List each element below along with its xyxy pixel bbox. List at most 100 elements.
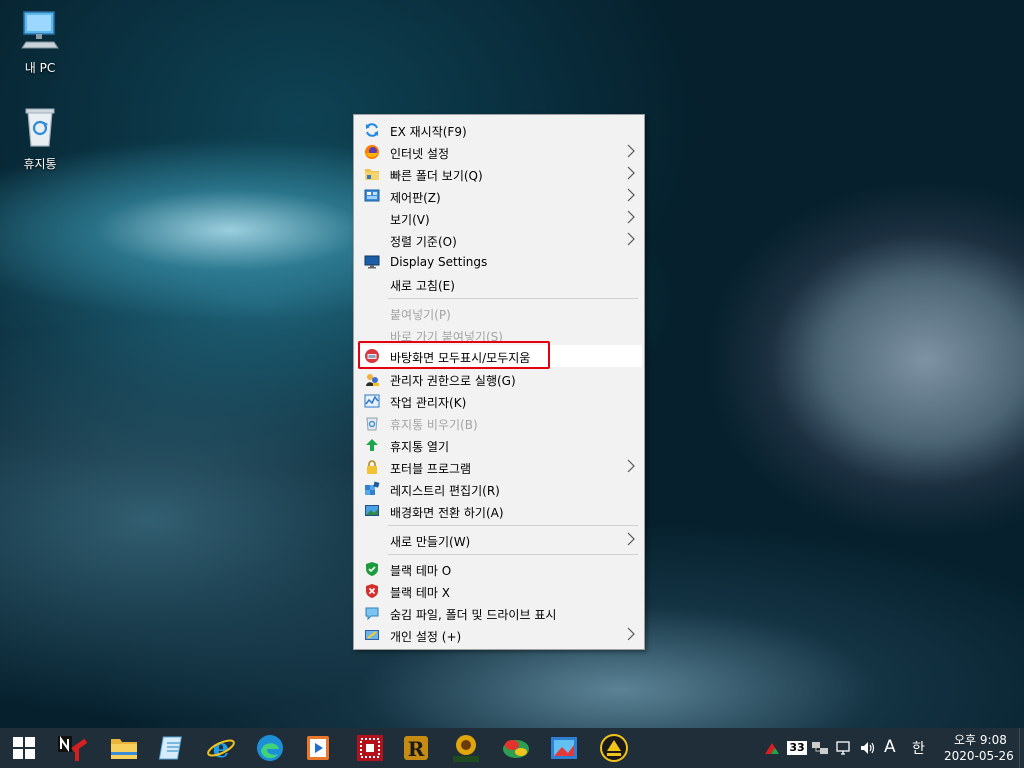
chevron-right-icon [627, 188, 635, 202]
highlight-annotation-box [358, 341, 550, 369]
menu-item-task-manager[interactable]: 작업 관리자(K) [356, 390, 642, 412]
menu-item-label: 인터넷 설정 [390, 147, 450, 161]
desktop-icon-recycle-bin[interactable]: 휴지통 [10, 106, 70, 172]
menu-item-open-recycle-bin[interactable]: 휴지통 열기 [356, 434, 642, 456]
tray-badge[interactable]: 33 [785, 732, 809, 764]
menu-item-internet-settings[interactable]: 인터넷 설정 [356, 141, 642, 163]
control-panel-icon [364, 188, 380, 204]
taskbar-app-puzzle[interactable] [498, 732, 534, 764]
menu-item-label: 휴지통 열기 [390, 440, 450, 454]
taskbar-app-nt-tool[interactable] [56, 732, 92, 764]
menu-item-label: 배경화면 전환 하기(A) [390, 506, 504, 520]
tray-volume[interactable] [856, 732, 880, 764]
hidden-files-icon [364, 605, 380, 621]
menu-item-refresh[interactable]: 새로 고침(E) [356, 273, 642, 295]
desktop-context-menu: EX 재시작(F9) 인터넷 설정 빠른 폴더 보기(Q) 제어판(Z) 보기(… [353, 114, 645, 650]
ime-language-indicator[interactable]: 한 [912, 738, 925, 758]
menu-item-show-hidden-files[interactable]: 숨김 파일, 폴더 및 드라이브 표시 [356, 602, 642, 624]
tray-app-icon[interactable] [760, 732, 784, 764]
taskbar: e R 33 A 한 오후 9:08 2020-05-26 [0, 728, 1024, 768]
menu-item-view[interactable]: 보기(V) [356, 207, 642, 229]
tray-warning-icon [765, 743, 779, 754]
menu-separator [388, 554, 638, 555]
menu-item-label: Display Settings [390, 255, 488, 269]
start-icon [13, 737, 35, 759]
taskbar-app-edge[interactable] [252, 732, 288, 764]
menu-item-label: 붙여넣기(P) [390, 308, 451, 322]
speaker-icon [861, 742, 875, 754]
menu-item-label: 정렬 기준(O) [390, 235, 457, 249]
svg-text:R: R [408, 737, 425, 761]
menu-item-quick-folder[interactable]: 빠른 폴더 보기(Q) [356, 163, 642, 185]
ime-mode-indicator[interactable]: A [884, 737, 896, 757]
menu-separator [388, 298, 638, 299]
menu-separator [388, 525, 638, 526]
clock-date[interactable]: 2020-05-26 [944, 749, 1014, 763]
task-manager-icon [364, 393, 380, 409]
taskbar-app-imagine[interactable] [448, 732, 484, 764]
chevron-right-icon [627, 166, 635, 180]
desktop-icon-my-pc[interactable]: 내 PC [10, 8, 70, 76]
chevron-right-icon [627, 144, 635, 158]
menu-item-new[interactable]: 새로 만들기(W) [356, 529, 642, 551]
network-icon [836, 741, 850, 755]
personalize-icon [364, 627, 380, 643]
computer-icon [10, 8, 70, 55]
desktop-icon-label: 내 PC [24, 61, 56, 75]
menu-item-label: 포터블 프로그램 [390, 462, 472, 476]
tray-badge-text: 33 [787, 741, 807, 755]
menu-item-label: 보기(V) [390, 213, 430, 227]
taskbar-app-screenshot[interactable] [546, 732, 582, 764]
chevron-right-icon [627, 459, 635, 473]
refresh-icon [364, 122, 380, 138]
menu-item-label: 블랙 테마 X [390, 586, 451, 600]
desktop-icon-label: 휴지통 [23, 157, 57, 171]
menu-item-label: 숨김 파일, 폴더 및 드라이브 표시 [390, 608, 557, 622]
taskbar-app-eject[interactable] [596, 732, 632, 764]
menu-item-ex-restart[interactable]: EX 재시작(F9) [356, 119, 642, 141]
r-app-icon: R [404, 736, 428, 761]
lock-icon [364, 459, 380, 475]
menu-item-switch-wallpaper[interactable]: 배경화면 전환 하기(A) [356, 500, 642, 522]
menu-item-paste[interactable]: 붙여넣기(P) [356, 302, 642, 324]
taskbar-app-internet-explorer[interactable]: e [203, 732, 239, 764]
taskbar-app-r[interactable]: R [398, 732, 434, 764]
menu-item-label: 개인 설정 (+) [390, 630, 462, 644]
taskbar-app-grid[interactable] [352, 732, 388, 764]
notepad-icon [158, 736, 182, 760]
grid-app-icon [357, 735, 383, 761]
menu-item-label: 블랙 테마 O [390, 564, 452, 578]
nt-tool-icon [58, 735, 88, 761]
menu-item-sort-by[interactable]: 정렬 기준(O) [356, 229, 642, 251]
show-desktop-button[interactable] [1019, 728, 1024, 768]
menu-item-black-theme-off[interactable]: 블랙 테마 X [356, 580, 642, 602]
menu-item-label: 새로 고침(E) [390, 279, 455, 293]
menu-item-black-theme-on[interactable]: 블랙 테마 O [356, 558, 642, 580]
shield-x-icon [364, 583, 380, 599]
chevron-right-icon [627, 210, 635, 224]
menu-item-portable-programs[interactable]: 포터블 프로그램 [356, 456, 642, 478]
menu-item-label: 새로 만들기(W) [390, 535, 471, 549]
taskbar-app-notepad[interactable] [155, 732, 191, 764]
menu-item-personalize[interactable]: 개인 설정 (+) [356, 624, 642, 646]
eject-app-icon [600, 734, 628, 762]
internet-explorer-icon: e [207, 734, 235, 763]
clock-time[interactable]: 오후 9:08 [954, 731, 1007, 748]
start-button[interactable] [6, 732, 42, 764]
menu-item-label: 휴지통 비우기(B) [390, 418, 478, 432]
menu-item-empty-recycle-bin[interactable]: 휴지통 비우기(B) [356, 412, 642, 434]
menu-item-run-as-admin[interactable]: 관리자 권한으로 실행(G) [356, 368, 642, 390]
menu-item-display-settings[interactable]: Display Settings [356, 251, 642, 273]
menu-item-label: 제어판(Z) [390, 191, 441, 205]
menu-item-control-panel[interactable]: 제어판(Z) [356, 185, 642, 207]
menu-item-registry-editor[interactable]: 레지스트리 편집기(R) [356, 478, 642, 500]
taskbar-app-media-player[interactable] [300, 732, 336, 764]
empty-bin-icon [364, 415, 380, 431]
taskbar-app-file-explorer[interactable] [106, 732, 142, 764]
folder-icon [364, 166, 380, 182]
tray-network[interactable] [832, 732, 856, 764]
open-bin-icon [364, 437, 380, 453]
menu-item-label: EX 재시작(F9) [390, 125, 467, 139]
tray-network-share[interactable] [809, 732, 831, 764]
chevron-right-icon [627, 532, 635, 546]
